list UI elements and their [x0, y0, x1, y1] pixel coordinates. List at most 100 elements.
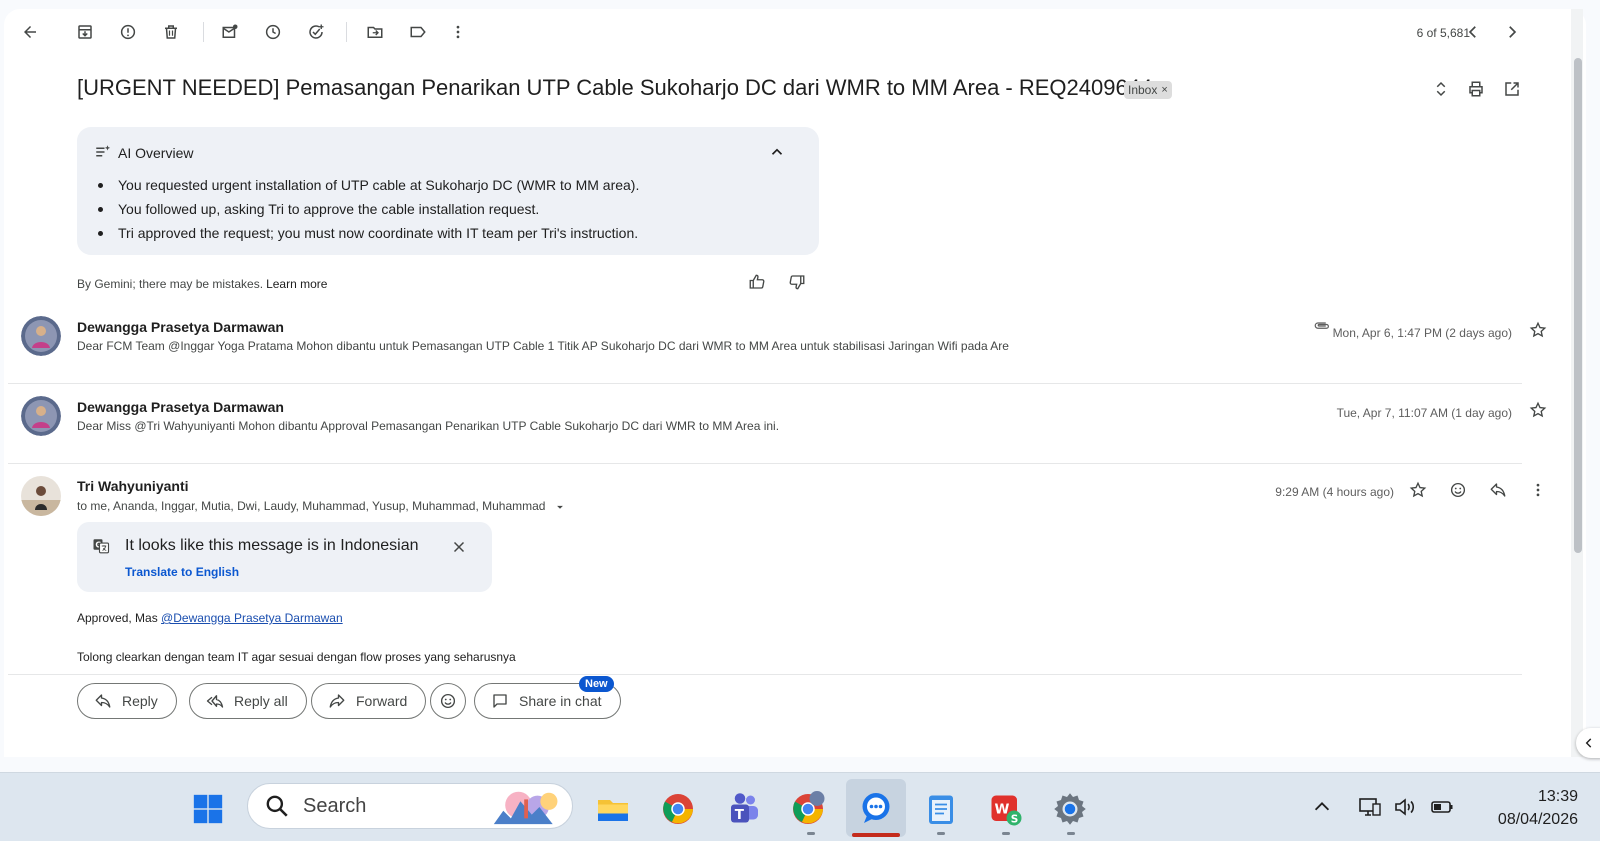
message-divider	[8, 383, 1522, 384]
system-clock[interactable]: 13:39 08/04/2026	[1498, 785, 1578, 831]
translate-banner: G It looks like this message is in Indon…	[77, 522, 492, 592]
more-vertical-icon[interactable]	[444, 18, 472, 46]
message-divider	[8, 674, 1522, 675]
chrome-profile-icon[interactable]	[788, 789, 828, 829]
inbox-label-text: Inbox	[1128, 83, 1158, 97]
message-body-line: Approved, Mas @Dewangga Prasetya Darmawa…	[77, 611, 343, 625]
gemini-disclaimer-text: By Gemini; there may be mistakes.	[77, 277, 264, 291]
expand-all-icon[interactable]	[1427, 75, 1455, 103]
reply-button-label: Reply	[122, 693, 158, 709]
share-in-chat-label: Share in chat	[519, 693, 602, 709]
email-subject: [URGENT NEEDED] Pemasangan Penarikan UTP…	[77, 75, 1153, 100]
new-badge: New	[579, 676, 614, 692]
remove-label-icon[interactable]: ×	[1161, 84, 1167, 96]
mention-link[interactable]: @Dewangga Prasetya Darmawan	[161, 611, 343, 625]
mark-unread-icon[interactable]	[216, 18, 244, 46]
clock-date: 08/04/2026	[1497, 811, 1578, 828]
ai-bullet: You requested urgent installation of UTP…	[98, 177, 798, 201]
sender-name[interactable]: Dewangga Prasetya Darmawan	[77, 319, 284, 335]
thumbs-down-icon[interactable]	[783, 268, 811, 296]
open-new-window-icon[interactable]	[1498, 75, 1526, 103]
gemini-disclaimer: By Gemini; there may be mistakes. Learn m…	[77, 277, 327, 291]
body-text: Approved, Mas	[77, 611, 162, 625]
sender-name[interactable]: Dewangga Prasetya Darmawan	[77, 399, 284, 415]
move-to-folder-icon[interactable]	[361, 18, 389, 46]
emoji-reaction-icon[interactable]	[1444, 476, 1472, 504]
delete-icon[interactable]	[157, 18, 185, 46]
report-spam-icon[interactable]	[114, 18, 142, 46]
message-snippet[interactable]: Dear Miss @Tri Wahyuniyanti Mohon dibant…	[77, 419, 779, 433]
reply-all-button[interactable]: Reply all	[189, 683, 307, 719]
toolbar-divider	[346, 22, 347, 42]
archive-icon[interactable]	[71, 18, 99, 46]
notepad-icon[interactable]	[921, 789, 961, 829]
message-date: Tue, Apr 7, 11:07 AM (1 day ago)	[1336, 406, 1512, 420]
taskbar-search-box[interactable]: Search	[247, 783, 573, 829]
forward-button[interactable]: Forward	[311, 683, 427, 719]
show-hidden-icons-chevron-up-icon[interactable]	[1310, 795, 1334, 819]
translate-banner-title: It looks like this message is in Indones…	[125, 537, 419, 554]
svg-text:S: S	[1011, 814, 1019, 826]
network-monitor-icon[interactable]	[1358, 795, 1382, 819]
more-vertical-icon[interactable]	[1524, 476, 1552, 504]
windows-start-icon[interactable]	[188, 789, 228, 829]
label-tag-icon[interactable]	[404, 18, 432, 46]
scrollbar-thumb[interactable]	[1574, 58, 1582, 553]
reply-icon[interactable]	[1484, 476, 1512, 504]
svg-text:T: T	[735, 807, 745, 823]
running-indicator	[937, 832, 945, 835]
sender-name[interactable]: Tri Wahyuniyanti	[77, 478, 189, 494]
ai-bullet: Tri approved the request; you must now c…	[98, 225, 798, 249]
snooze-clock-icon[interactable]	[259, 18, 287, 46]
avatar[interactable]	[21, 396, 61, 436]
back-arrow-icon[interactable]	[16, 18, 44, 46]
newer-chevron-left-icon[interactable]	[1459, 18, 1487, 46]
message-snippet[interactable]: Dear FCM Team @Inggar Yoga Pratama Mohon…	[77, 339, 1009, 353]
search-highlight-illustration-icon	[493, 791, 558, 825]
reply-button[interactable]: Reply	[77, 683, 177, 719]
star-icon[interactable]	[1524, 316, 1552, 344]
wps-office-icon[interactable]: WS	[985, 789, 1025, 829]
avatar[interactable]	[21, 316, 61, 356]
active-app-indicator	[852, 833, 900, 837]
teams-icon[interactable]: T	[723, 789, 763, 829]
inbox-label-chip[interactable]: Inbox ×	[1124, 81, 1172, 99]
google-chat-icon[interactable]	[846, 779, 906, 837]
ai-overview-panel: AI Overview You requested urgent install…	[77, 127, 819, 255]
message-body-line: Tolong clearkan dengan team IT agar sesu…	[77, 650, 516, 664]
star-icon[interactable]	[1404, 476, 1432, 504]
ai-overview-bullets: You requested urgent installation of UTP…	[98, 177, 798, 249]
recipients-dropdown-icon[interactable]	[553, 500, 567, 514]
file-explorer-icon[interactable]	[593, 789, 633, 829]
side-panel-toggle[interactable]	[1576, 728, 1600, 758]
collapse-chevron-up-icon[interactable]	[763, 138, 791, 166]
search-placeholder: Search	[303, 794, 367, 817]
forward-button-label: Forward	[356, 693, 408, 709]
star-icon[interactable]	[1524, 396, 1552, 424]
emoji-button[interactable]	[430, 683, 466, 719]
battery-icon[interactable]	[1430, 795, 1454, 819]
close-icon[interactable]	[445, 533, 473, 561]
toolbar-divider	[203, 22, 204, 42]
chrome-icon[interactable]	[658, 789, 698, 829]
recipients-line[interactable]: to me, Ananda, Inggar, Mutia, Dwi, Laudy…	[77, 499, 567, 514]
settings-gear-icon[interactable]	[1050, 789, 1090, 829]
browser-top-strip	[0, 0, 1600, 9]
search-icon	[266, 795, 288, 817]
older-chevron-right-icon[interactable]	[1498, 18, 1526, 46]
message-date: 9:29 AM (4 hours ago)	[1275, 485, 1394, 499]
thumbs-up-icon[interactable]	[743, 268, 771, 296]
ai-overview-title: AI Overview	[118, 145, 194, 161]
translate-to-english-link[interactable]: Translate to English	[125, 565, 239, 579]
learn-more-link[interactable]: Learn more	[266, 277, 327, 291]
message-divider	[8, 463, 1522, 464]
volume-speaker-icon[interactable]	[1393, 795, 1417, 819]
avatar[interactable]	[21, 476, 61, 516]
add-to-tasks-icon[interactable]	[302, 18, 330, 46]
ai-summary-icon	[89, 138, 117, 166]
ai-bullet: You followed up, asking Tri to approve t…	[98, 201, 798, 225]
print-icon[interactable]	[1462, 75, 1490, 103]
emoji-icon	[440, 693, 456, 709]
email-view: 6 of 5,681 [URGENT NEEDED] Pemasangan Pe…	[4, 9, 1586, 757]
running-indicator	[1067, 832, 1075, 835]
